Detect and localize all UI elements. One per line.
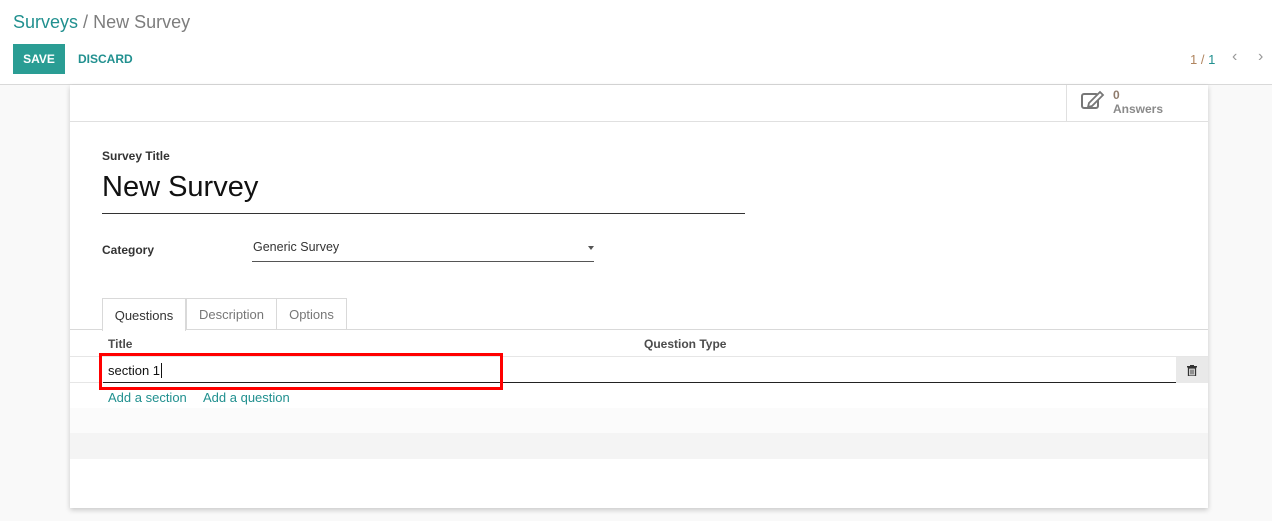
- trash-icon[interactable]: [1176, 357, 1208, 383]
- answers-stat-button[interactable]: 0 Answers: [1066, 85, 1208, 122]
- caret-down-icon: [588, 246, 594, 253]
- breadcrumb: Surveys / New Survey: [13, 12, 190, 33]
- category-value: Generic Survey: [253, 240, 340, 254]
- chevron-right-icon[interactable]: ›: [1258, 48, 1263, 66]
- form-sheet: 0 Answers Survey Title New Survey Catego…: [70, 85, 1208, 508]
- answers-label: Answers: [1113, 102, 1164, 116]
- breadcrumb-surveys[interactable]: Surveys: [13, 12, 78, 32]
- header-title[interactable]: Title: [108, 337, 132, 351]
- add-section-link[interactable]: Add a section: [108, 390, 187, 405]
- tab-options[interactable]: Options: [276, 298, 347, 330]
- tab-description[interactable]: Description: [186, 298, 277, 330]
- survey-title-input[interactable]: New Survey: [102, 171, 745, 214]
- header-question-type[interactable]: Question Type: [644, 337, 726, 351]
- pager-value[interactable]: 1 / 1: [1190, 52, 1215, 67]
- highlight-box: [99, 353, 503, 390]
- button-box: 0 Answers: [70, 85, 1208, 122]
- tab-questions[interactable]: Questions: [102, 298, 186, 331]
- survey-title-label: Survey Title: [102, 149, 170, 163]
- answers-count: 0: [1113, 88, 1120, 102]
- save-button[interactable]: SAVE: [13, 44, 65, 74]
- chevron-left-icon[interactable]: ‹: [1232, 48, 1237, 66]
- pager-total: 1: [1208, 52, 1216, 67]
- breadcrumb-separator: /: [83, 12, 89, 32]
- category-label: Category: [102, 243, 155, 257]
- breadcrumb-current: New Survey: [93, 12, 191, 32]
- add-question-link[interactable]: Add a question: [203, 390, 290, 405]
- edit-icon: [1081, 90, 1105, 109]
- empty-row: [70, 408, 1208, 433]
- pager-current: 1: [1190, 52, 1198, 67]
- empty-row: [70, 433, 1208, 459]
- category-select[interactable]: Generic Survey: [252, 240, 594, 262]
- discard-button[interactable]: DISCARD: [78, 52, 133, 66]
- notebook-tabs: Questions Description Options: [70, 298, 1208, 331]
- control-panel: Surveys / New Survey SAVE DISCARD 1 / 1 …: [0, 0, 1272, 85]
